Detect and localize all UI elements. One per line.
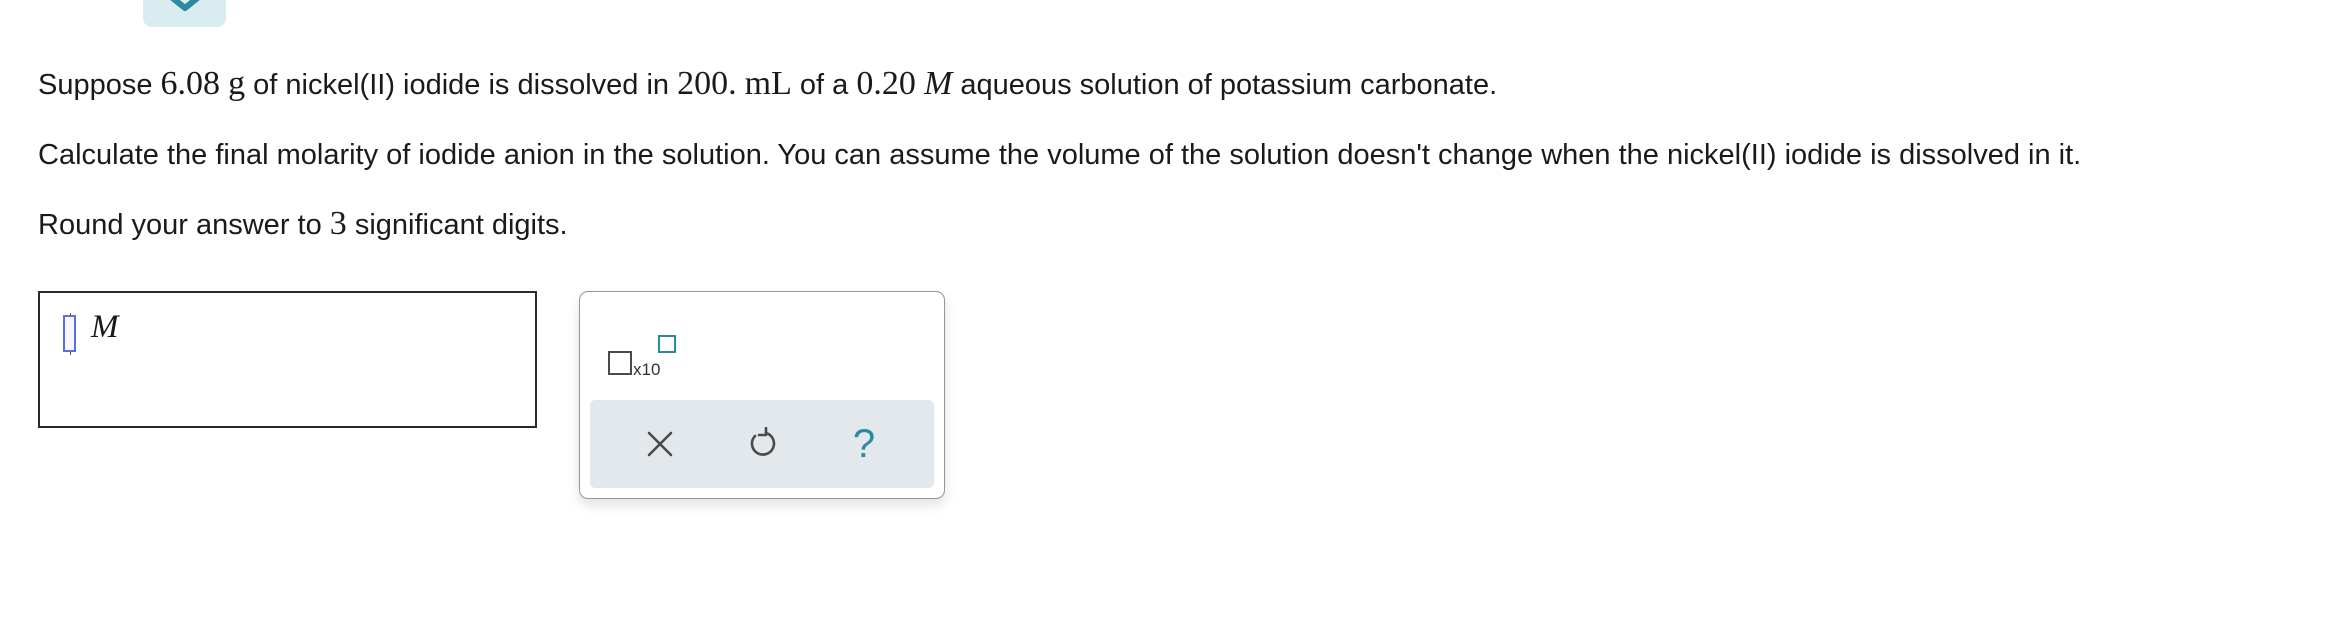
significant-digits-value: 3 — [329, 205, 347, 242]
concentration-unit: M — [923, 65, 953, 102]
question-text — [737, 69, 745, 101]
question-line-2: Calculate the final molarity of iodide a… — [38, 139, 2082, 171]
question-text — [916, 69, 924, 101]
chevron-down-icon — [170, 0, 200, 11]
answer-input[interactable]: M — [38, 291, 537, 428]
action-bar: ? — [590, 400, 934, 488]
question-text: of nickel(II) iodide is dissolved in — [245, 69, 678, 101]
math-toolbar: x10 ? — [579, 291, 945, 499]
close-icon — [647, 431, 673, 457]
question-text: aqueous solution of potassium carbonate. — [952, 69, 1498, 101]
mantissa-box-icon — [608, 351, 632, 375]
mass-unit: g — [228, 65, 246, 102]
x10-exponent-button[interactable]: x10 — [608, 322, 692, 379]
answer-unit: M — [91, 309, 119, 345]
answer-value-slot[interactable] — [63, 315, 76, 352]
help-icon: ? — [852, 422, 876, 466]
question-text: of a — [791, 69, 857, 101]
question-text: significant digits. — [346, 209, 568, 241]
x10-label: x10 — [633, 360, 661, 379]
undo-button[interactable] — [738, 420, 786, 468]
question-text: Round your answer to — [38, 209, 330, 241]
expand-tab[interactable] — [143, 0, 226, 27]
clear-button[interactable] — [636, 420, 684, 468]
question-line-1: Suppose 6.08 g of nickel(II) iodide is d… — [38, 64, 1497, 105]
concentration-value: 0.20 — [856, 65, 916, 102]
question-text — [220, 69, 228, 101]
volume-value: 200. — [677, 65, 737, 102]
answer-cursor-slot[interactable] — [61, 313, 80, 355]
volume-unit: mL — [744, 65, 792, 102]
question-line-3: Round your answer to 3 significant digit… — [38, 204, 568, 245]
exponent-box-icon — [658, 335, 676, 353]
help-button[interactable]: ? — [840, 420, 888, 468]
question-text: Suppose — [38, 69, 161, 101]
undo-icon — [750, 427, 776, 456]
mass-value: 6.08 — [160, 65, 221, 102]
